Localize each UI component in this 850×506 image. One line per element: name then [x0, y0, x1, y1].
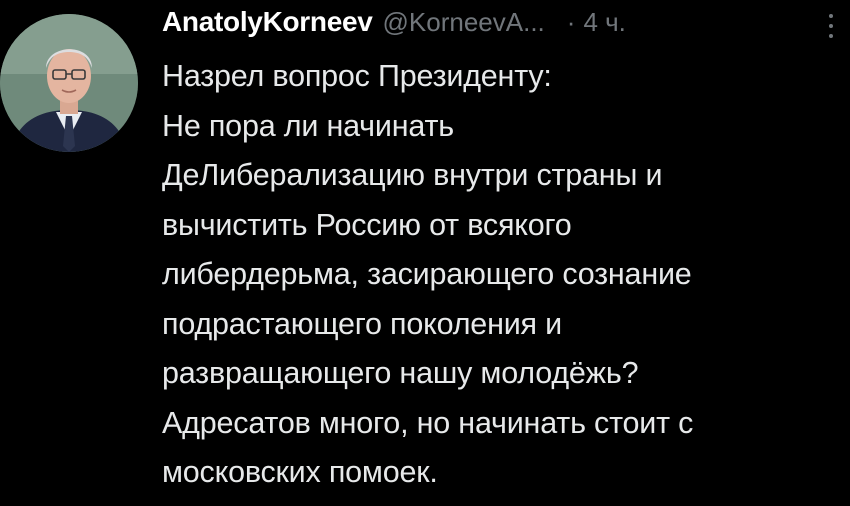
author-handle[interactable]: @KorneevA... [383, 7, 545, 38]
tweet-text-line: вычистить Россию от всякого [162, 207, 572, 242]
more-dot [829, 14, 833, 18]
tweet-timestamp[interactable]: 4 ч. [583, 7, 625, 38]
author-avatar[interactable] [0, 14, 138, 152]
tweet-text: Назрел вопрос Президенту: Не пора ли нач… [162, 52, 836, 498]
tweet-content: AnatolyKorneev @KorneevA... · 4 ч. Назре… [162, 6, 836, 498]
tweet-text-line: Назрел вопрос Президенту: [162, 59, 552, 93]
more-dot [829, 34, 833, 38]
tweet-text-line: Адресатов много, но начинать стоит с [162, 405, 694, 440]
more-vertical-icon[interactable] [826, 14, 836, 48]
tweet-card[interactable]: AnatolyKorneev @KorneevA... · 4 ч. Назре… [0, 0, 850, 506]
tweet-text-line: либердерьма, засирающего сознание [162, 257, 692, 291]
more-dot [829, 24, 833, 28]
header-separator: · [566, 7, 576, 37]
tweet-text-line: Не пора ли начинать [162, 108, 454, 143]
tweet-text-line: развращающего нашу молодёжь? [162, 356, 639, 390]
tweet-text-line: московских помоек. [162, 455, 438, 489]
author-name[interactable]: AnatolyKorneev [162, 6, 373, 38]
tweet-header: AnatolyKorneev @KorneevA... · 4 ч. [162, 6, 836, 52]
tweet-text-line: подрастающего поколения и [162, 306, 562, 341]
avatar-portrait-icon [0, 14, 138, 152]
tweet-text-line: ДеЛиберализацию внутри страны и [162, 158, 663, 192]
